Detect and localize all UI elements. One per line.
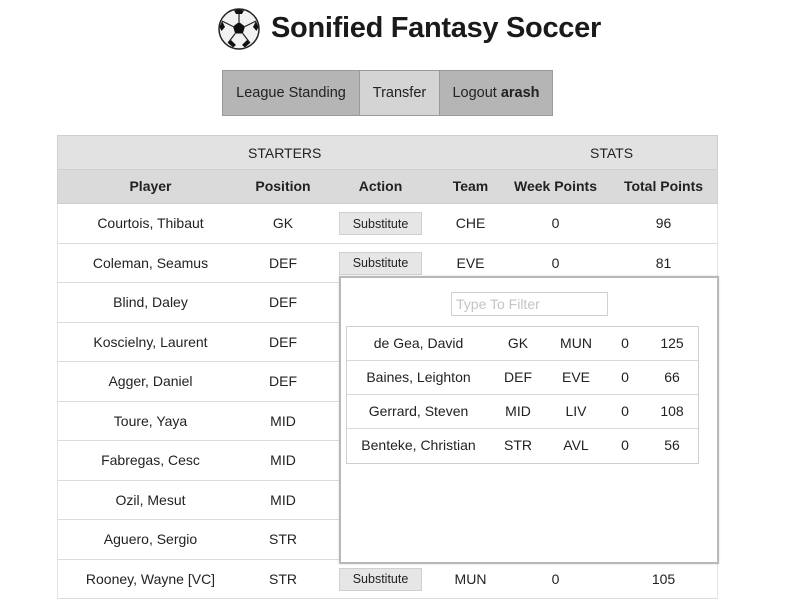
app-title: Sonified Fantasy Soccer: [271, 12, 601, 44]
candidate-row[interactable]: Benteke, Christian STR AVL 0 56: [347, 429, 698, 463]
candidate-week-points: 0: [621, 403, 629, 419]
candidate-row[interactable]: Gerrard, Steven MID LIV 0 108: [347, 395, 698, 429]
candidate-position: MID: [505, 403, 531, 419]
candidate-name: de Gea, David: [373, 335, 464, 351]
player-team: MUN: [454, 570, 487, 587]
player-name: Toure, Yaya: [113, 412, 188, 429]
stats-group-label: STATS: [590, 145, 634, 161]
player-position: DEF: [269, 294, 297, 310]
candidate-total-points: 66: [664, 369, 680, 385]
player-name: Rooney, Wayne [VC]: [85, 570, 216, 587]
starters-group-label: STARTERS: [248, 145, 322, 161]
candidate-total-points: 56: [664, 437, 680, 453]
player-total-points: 81: [655, 254, 672, 271]
table-group-header: STARTERS STATS: [57, 135, 718, 170]
player-name: Koscielny, Laurent: [93, 333, 208, 350]
player-name: Ozil, Mesut: [115, 491, 186, 508]
table-row: Courtois, Thibaut GK Substitute CHE 0 96: [57, 204, 718, 244]
col-action: Action: [358, 178, 403, 194]
candidate-week-points: 0: [621, 335, 629, 351]
player-position: MID: [270, 452, 296, 468]
player-position: DEF: [269, 333, 297, 350]
logout-username: arash: [500, 85, 540, 101]
app-header: Sonified Fantasy Soccer: [0, 0, 797, 62]
nav-logout[interactable]: Logout arash: [439, 70, 553, 116]
nav-transfer[interactable]: Transfer: [360, 70, 439, 116]
logout-label: Logout: [452, 85, 497, 101]
candidate-team: LIV: [565, 403, 587, 419]
col-position: Position: [255, 178, 311, 194]
player-total-points: 96: [655, 215, 672, 231]
table-row: Rooney, Wayne [VC] STR Substitute MUN 0 …: [57, 559, 718, 599]
player-team: CHE: [455, 215, 486, 231]
player-name: Fabregas, Cesc: [101, 452, 200, 468]
player-week-points: 0: [551, 570, 560, 587]
candidate-position: GK: [507, 335, 529, 351]
candidate-team: EVE: [561, 369, 590, 385]
player-name: Agger, Daniel: [108, 373, 193, 389]
candidate-position: DEF: [504, 369, 532, 385]
candidate-row[interactable]: de Gea, David GK MUN 0 125: [347, 327, 698, 361]
candidate-team: AVL: [563, 437, 589, 453]
filter-input[interactable]: [451, 292, 608, 316]
player-week-points: 0: [551, 215, 560, 231]
player-name: Courtois, Thibaut: [97, 215, 204, 231]
player-position: MID: [270, 491, 296, 508]
substitute-button[interactable]: Substitute: [339, 251, 422, 275]
candidate-position: STR: [504, 437, 532, 453]
nav-league-standing[interactable]: League Standing: [222, 70, 360, 116]
player-name: Coleman, Seamus: [92, 254, 209, 271]
table-column-header: Player Position Action Team Week Points …: [57, 170, 718, 204]
substitute-popup: de Gea, David GK MUN 0 125 Baines, Leigh…: [339, 276, 719, 564]
player-position: MID: [270, 412, 296, 429]
col-week-points: Week Points: [514, 178, 597, 194]
candidate-team: MUN: [560, 335, 592, 351]
candidate-week-points: 0: [621, 437, 629, 453]
player-position: STR: [269, 531, 297, 547]
soccer-ball-icon: [218, 8, 260, 50]
player-team: EVE: [456, 254, 485, 271]
player-week-points: 0: [551, 254, 560, 271]
candidate-name: Benteke, Christian: [361, 437, 476, 453]
candidate-total-points: 108: [660, 403, 684, 419]
col-team: Team: [452, 178, 489, 194]
substitute-button[interactable]: Substitute: [339, 567, 422, 591]
candidate-name: Gerrard, Steven: [368, 403, 469, 419]
candidate-total-points: 125: [660, 335, 684, 351]
candidate-week-points: 0: [621, 369, 629, 385]
substitute-button[interactable]: Substitute: [339, 212, 422, 235]
player-position: DEF: [269, 254, 297, 271]
col-player: Player: [129, 178, 172, 194]
col-total-points: Total Points: [623, 178, 704, 194]
player-position: STR: [269, 570, 297, 587]
main-nav: League Standing Transfer Logout arash: [222, 70, 553, 116]
candidate-list: de Gea, David GK MUN 0 125 Baines, Leigh…: [346, 326, 699, 464]
player-position: GK: [272, 215, 294, 231]
candidate-name: Baines, Leighton: [366, 369, 471, 385]
player-name: Aguero, Sergio: [103, 531, 198, 547]
player-name: Blind, Daley: [113, 294, 188, 310]
player-total-points: 105: [651, 570, 676, 587]
player-position: DEF: [269, 373, 297, 389]
candidate-row[interactable]: Baines, Leighton DEF EVE 0 66: [347, 361, 698, 395]
